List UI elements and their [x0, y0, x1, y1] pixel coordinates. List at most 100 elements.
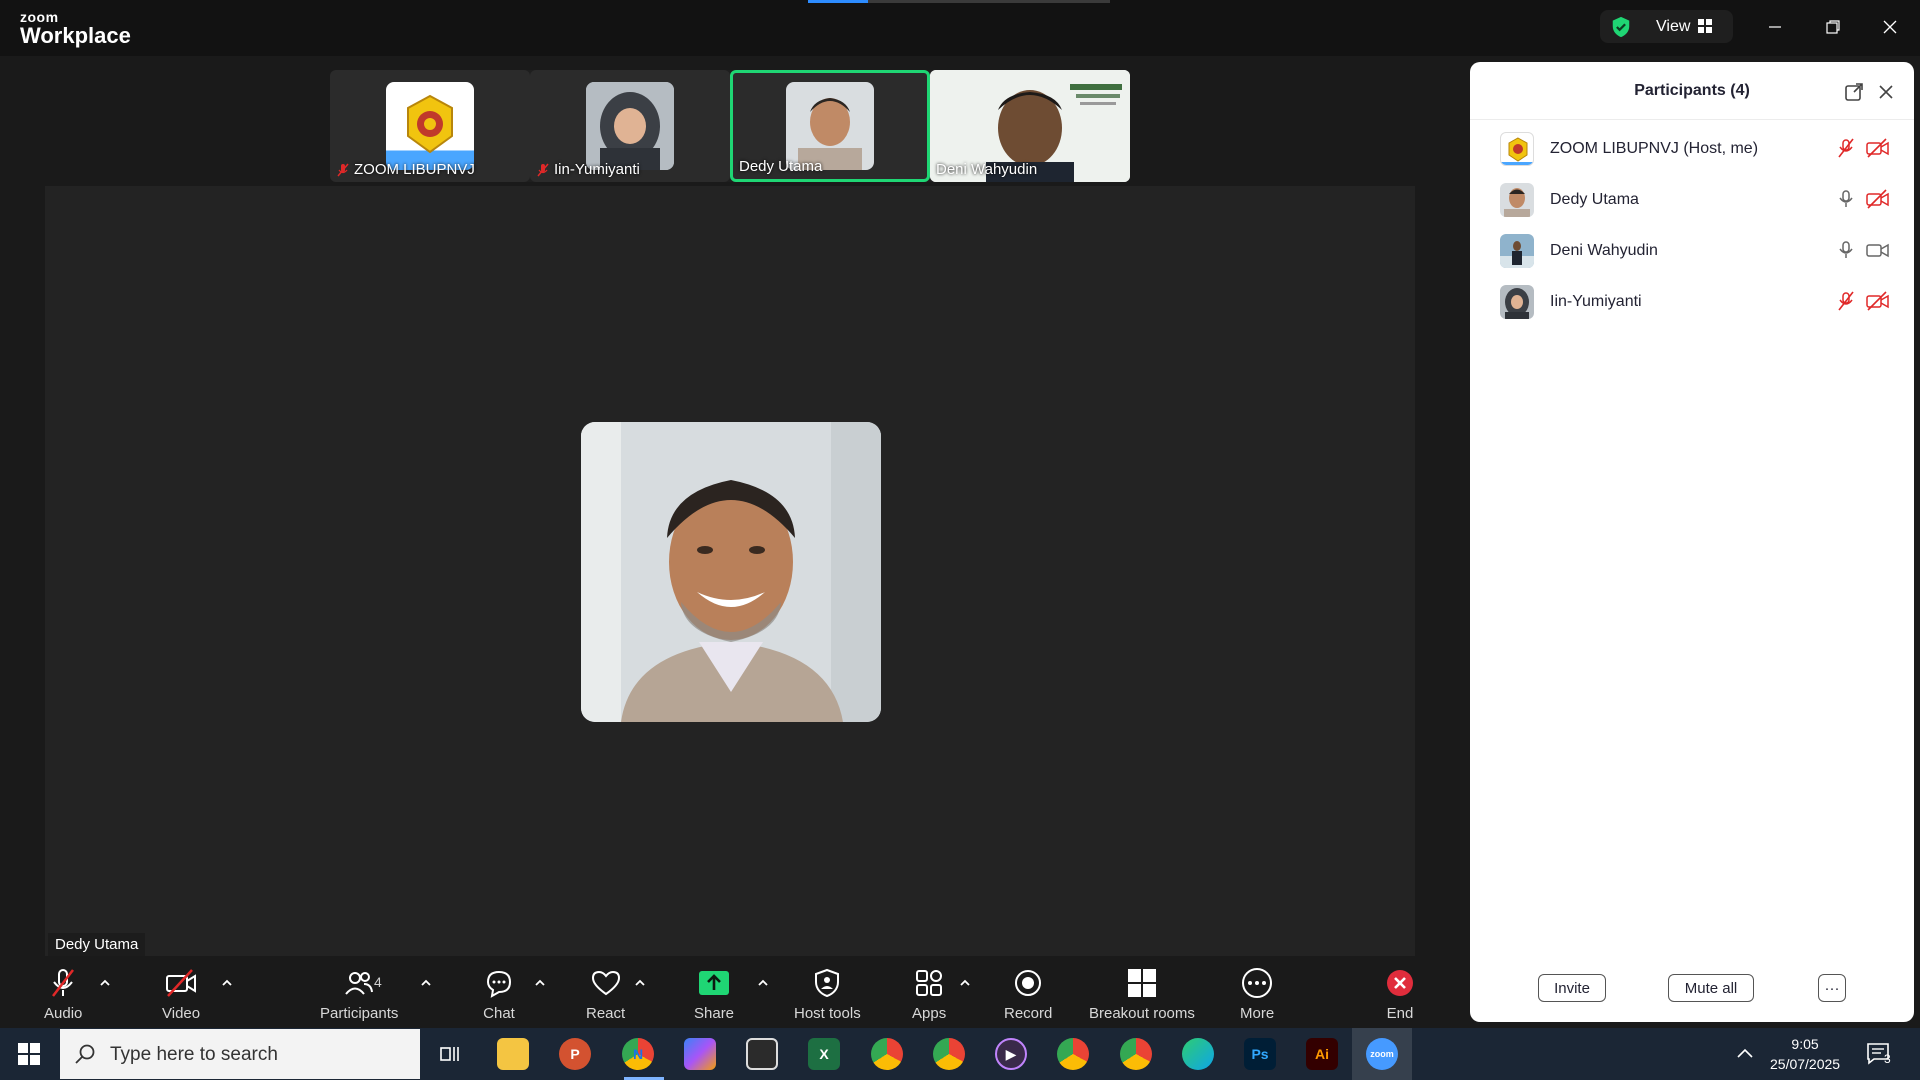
react-label: React	[586, 1005, 626, 1022]
participants-button[interactable]: Participants 4	[320, 966, 398, 1022]
more-button[interactable]: More	[1240, 966, 1274, 1022]
audio-button[interactable]: Audio	[44, 966, 82, 1022]
avatar	[386, 82, 474, 170]
close-window-button[interactable]	[1875, 12, 1905, 42]
participant-row[interactable]: Deni Wahyudin	[1500, 228, 1900, 272]
video-off-icon[interactable]	[1866, 291, 1890, 311]
apps-button[interactable]: Apps	[912, 966, 946, 1022]
tile-label: ZOOM LIBUPNVJ	[336, 161, 475, 178]
video-tile[interactable]: Iin-Yumiyanti	[530, 70, 730, 182]
video-off-icon[interactable]	[1866, 189, 1890, 209]
edge-icon[interactable]	[1182, 1038, 1214, 1070]
chrome-fp-icon[interactable]	[871, 1038, 903, 1070]
grid-icon	[1698, 19, 1712, 33]
muted-mic-icon[interactable]	[1836, 291, 1856, 311]
participant-row[interactable]: ZOOM LIBUPNVJ (Host, me)	[1500, 126, 1900, 170]
chrome-icon[interactable]	[1057, 1038, 1089, 1070]
chevron-up-icon[interactable]	[533, 976, 547, 990]
audio-label: Audio	[44, 1005, 83, 1022]
clock-date: 25/07/2025	[1770, 1056, 1841, 1072]
close-panel-icon[interactable]	[1876, 82, 1896, 102]
minimize-button[interactable]	[1760, 12, 1790, 42]
participant-row[interactable]: Iin-Yumiyanti	[1500, 279, 1900, 323]
windows-start-icon[interactable]	[18, 1043, 40, 1065]
invite-button[interactable]: Invite	[1538, 974, 1606, 1002]
taskbar-search-box[interactable]: Type here to search	[60, 1029, 420, 1079]
clock-time: 9:05	[1791, 1036, 1819, 1052]
chevron-up-icon[interactable]	[220, 976, 234, 990]
main-video-stage: Dedy Utama	[45, 186, 1415, 956]
participants-label: Participants	[320, 1005, 399, 1022]
task-view-icon[interactable]	[438, 1042, 462, 1066]
speaker-profile-photo	[581, 422, 881, 722]
end-meeting-button[interactable]: End	[1383, 966, 1417, 1022]
video-tile[interactable]: ZOOM LIBUPNVJ	[330, 70, 530, 182]
chevron-up-icon[interactable]	[633, 976, 647, 990]
chrome-profile-icon[interactable]	[1120, 1038, 1152, 1070]
title-bar: zoom Workplace View	[0, 0, 1920, 56]
view-button[interactable]: View	[1600, 10, 1733, 43]
heart-icon	[591, 970, 620, 996]
illustrator-icon[interactable]: Ai	[1306, 1038, 1338, 1070]
chevron-up-icon[interactable]	[98, 976, 112, 990]
excel-icon[interactable]: X	[808, 1038, 840, 1070]
panel-more-button[interactable]: ···	[1818, 974, 1846, 1002]
participants-count: 4	[374, 974, 382, 990]
tile-name: Dedy Utama	[739, 158, 823, 175]
photoshop-icon[interactable]: Ps	[1244, 1038, 1276, 1070]
person-photo-icon	[1500, 285, 1534, 319]
encryption-shield-icon	[1612, 16, 1630, 38]
mic-icon[interactable]	[1836, 240, 1856, 260]
video-tile[interactable]: Deni Wahyudin	[930, 70, 1130, 182]
chevron-up-icon[interactable]	[756, 976, 770, 990]
chevron-up-icon[interactable]	[958, 976, 972, 990]
logo-top-text: zoom	[20, 9, 59, 25]
logo-bottom-text: Workplace	[20, 23, 131, 48]
panel-header: Participants (4)	[1470, 62, 1914, 120]
chevron-up-icon[interactable]	[1736, 1046, 1754, 1060]
video-on-icon[interactable]	[1866, 240, 1890, 260]
minimize-icon	[1769, 26, 1781, 28]
person-photo-icon	[1500, 234, 1534, 268]
chat-icon	[486, 970, 512, 998]
share-button[interactable]: Share	[694, 966, 734, 1022]
muted-mic-icon	[52, 969, 75, 997]
search-icon	[75, 1044, 95, 1064]
host-tools-label: Host tools	[794, 1005, 861, 1022]
media-player-icon[interactable]: ▶	[995, 1038, 1027, 1070]
chat-button[interactable]: Chat	[482, 966, 516, 1022]
video-filmstrip: ZOOM LIBUPNVJ Iin-Yumiyanti Dedy Utama D…	[330, 70, 1130, 182]
person-photo-icon	[1500, 183, 1534, 217]
mute-all-button[interactable]: Mute all	[1668, 974, 1754, 1002]
store-icon[interactable]	[746, 1038, 778, 1070]
pop-out-icon[interactable]	[1844, 82, 1864, 102]
system-clock[interactable]: 9:05 25/07/2025	[1770, 1034, 1840, 1074]
participant-row[interactable]: Dedy Utama	[1500, 177, 1900, 221]
video-tile-active[interactable]: Dedy Utama	[730, 70, 930, 182]
avatar	[1500, 132, 1534, 166]
mic-icon[interactable]	[1836, 189, 1856, 209]
avatar	[1500, 234, 1534, 268]
restore-button[interactable]	[1818, 12, 1848, 42]
tile-name: Iin-Yumiyanti	[554, 161, 640, 178]
chrome-n-icon[interactable]: N	[622, 1038, 654, 1070]
host-tools-button[interactable]: Host tools	[794, 966, 861, 1022]
video-button[interactable]: Video	[162, 966, 200, 1022]
video-off-icon	[166, 969, 197, 997]
tile-name: ZOOM LIBUPNVJ	[354, 161, 475, 178]
file-explorer-icon[interactable]	[497, 1038, 529, 1070]
powerpoint-icon[interactable]: P	[559, 1038, 591, 1070]
react-button[interactable]: React	[586, 966, 625, 1022]
meeting-toolbar: Audio Video Participants 4 Chat React Sh…	[0, 958, 1460, 1028]
record-button[interactable]: Record	[1004, 966, 1052, 1022]
chevron-up-icon[interactable]	[419, 976, 433, 990]
video-off-icon[interactable]	[1866, 138, 1890, 158]
chrome-s-icon[interactable]	[933, 1038, 965, 1070]
muted-mic-icon[interactable]	[1836, 138, 1856, 158]
record-label: Record	[1004, 1005, 1053, 1022]
breakout-rooms-button[interactable]: Breakout rooms	[1089, 966, 1195, 1022]
copilot-icon[interactable]	[684, 1038, 716, 1070]
participant-name: Deni Wahyudin	[1550, 242, 1658, 259]
more-icon	[1242, 968, 1273, 998]
end-label: End	[1386, 1005, 1414, 1022]
